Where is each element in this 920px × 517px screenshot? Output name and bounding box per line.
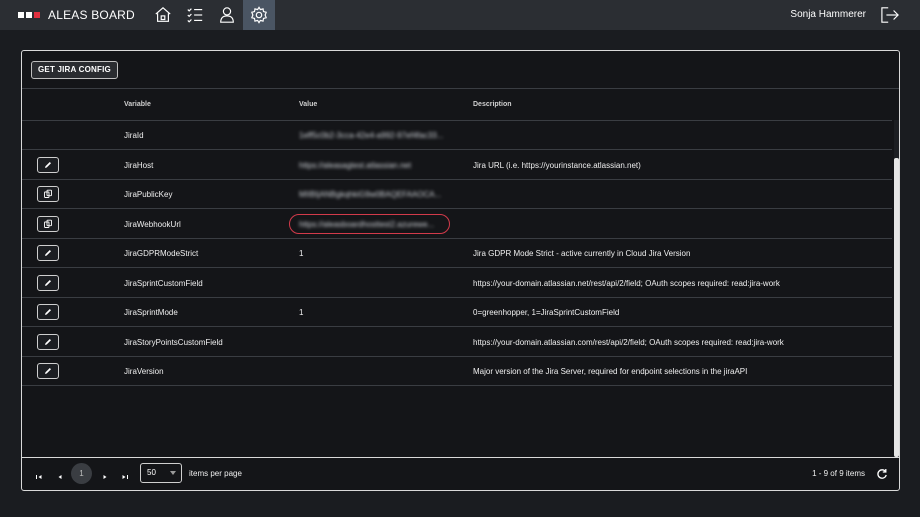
edit-icon <box>45 161 51 168</box>
pagination-bar: 1 50 items per page 1 - 9 of 9 items <box>22 458 899 490</box>
page-size-select[interactable]: 50 <box>140 463 182 483</box>
table-row: JiraGDPRModeStrict 1 Jira GDPR Mode Strict… <box>22 239 892 268</box>
scrollbar-thumb[interactable] <box>894 158 899 457</box>
table-header: Variable Value Description <box>22 90 892 121</box>
edit-icon <box>45 368 51 374</box>
settings-icon <box>250 6 267 24</box>
nav-home-button[interactable] <box>147 0 179 30</box>
edit-icon <box>45 309 51 315</box>
last-page-icon[interactable] <box>120 469 130 479</box>
value-cell: 1 <box>299 308 304 317</box>
copy-button[interactable] <box>37 215 59 232</box>
edit-button[interactable] <box>37 156 59 173</box>
value-cell: MIIBIjANBgkqhkiG9w0BAQEFAAOCA... <box>299 190 442 199</box>
chevron-down-icon <box>170 471 176 475</box>
logo-square <box>26 12 32 18</box>
items-per-page-label: items per page <box>189 469 242 478</box>
logo-square <box>34 12 40 18</box>
variable-cell: JiraGDPRModeStrict <box>124 249 199 258</box>
column-header-variable[interactable]: Variable <box>124 101 151 108</box>
app-brand-name: ALEAS BOARD <box>48 8 135 22</box>
first-page-icon[interactable] <box>34 469 44 479</box>
table-row: JiraSprintCustomField https://your-domain… <box>22 269 892 298</box>
copy-icon <box>44 219 52 228</box>
edit-button[interactable] <box>37 363 59 379</box>
table-row: JiraStoryPointsCustomField https://your-d… <box>22 328 892 357</box>
edit-button[interactable] <box>37 333 59 350</box>
description-cell: https://your-domain.atlassian.com/rest/a… <box>473 337 784 347</box>
edit-icon <box>45 279 51 286</box>
edit-button[interactable] <box>37 245 59 261</box>
page-size-value: 50 <box>147 468 156 477</box>
variable-cell: JiraHost <box>124 160 154 170</box>
variable-cell: JiraWebhookUrl <box>124 219 181 229</box>
table-row: JiraSprintMode 1 0=greenhopper, 1=JiraSpri… <box>22 298 892 327</box>
table-row: JiraVersion Major version of the Jira Ser… <box>22 357 892 386</box>
nav-tasks-button[interactable] <box>179 0 211 30</box>
table-row: JiraHost https://aleasagtest.atlassian.ne… <box>22 151 892 180</box>
panel-toolbar: GET JIRA CONFIG <box>22 51 899 89</box>
top-navigation-bar: ALEAS BOARD Sonja Hammerer <box>0 0 920 30</box>
variable-cell: JiraSprintMode <box>124 308 178 317</box>
table-scrollbar[interactable] <box>894 120 899 457</box>
value-cell: 1eff5c0b2-3cca-42e4-a992-97ef4fac33... <box>299 131 444 140</box>
variable-cell: JiraVersion <box>124 367 164 376</box>
variable-cell: JiraStoryPointsCustomField <box>124 337 223 347</box>
table-row: JiraPublicKey MIIBIjANBgkqhkiG9w0BAQEFAAO… <box>22 180 892 209</box>
table-row: JiraWebhookUrl https://aleasboardhosttest… <box>22 210 892 239</box>
user-name[interactable]: Sonja Hammerer <box>790 9 866 20</box>
config-table: Variable Value Description JiraId 1eff5c0… <box>22 90 899 458</box>
variable-cell: JiraId <box>124 131 144 140</box>
refresh-icon[interactable] <box>876 468 888 480</box>
current-page-button[interactable]: 1 <box>71 463 92 484</box>
edit-icon <box>45 250 51 256</box>
description-cell: https://your-domain.atlassian.net/rest/a… <box>473 278 780 288</box>
description-cell: 0=greenhopper, 1=JiraSprintCustomField <box>473 308 620 317</box>
get-jira-config-button[interactable]: GET JIRA CONFIG <box>31 61 118 79</box>
copy-icon <box>44 189 52 198</box>
value-cell: https://aleasagtest.atlassian.net <box>299 160 412 170</box>
item-range-label: 1 - 9 of 9 items <box>812 469 865 478</box>
edit-button[interactable] <box>37 304 59 320</box>
app-logo[interactable] <box>18 12 40 18</box>
logout-icon[interactable] <box>880 6 900 24</box>
table-row: JiraId 1eff5c0b2-3cca-42e4-a992-97ef4fac3… <box>22 121 892 150</box>
jira-config-panel: GET JIRA CONFIG Variable Value Descripti… <box>21 50 900 491</box>
copy-button[interactable] <box>37 186 59 202</box>
value-cell: 1 <box>299 249 304 258</box>
main-nav <box>147 0 275 30</box>
variable-cell: JiraSprintCustomField <box>124 278 203 288</box>
previous-page-icon[interactable] <box>55 469 65 479</box>
description-cell: Jira GDPR Mode Strict - active currently… <box>473 249 691 258</box>
column-header-value[interactable]: Value <box>299 101 317 108</box>
value-highlight-outline <box>289 213 450 234</box>
logo-square <box>18 12 24 18</box>
edit-button[interactable] <box>37 274 59 291</box>
nav-profile-button[interactable] <box>211 0 243 30</box>
description-cell: Jira URL (i.e. https://yourinstance.atla… <box>473 160 641 170</box>
column-header-description[interactable]: Description <box>473 101 512 108</box>
home-icon <box>155 7 171 22</box>
user-icon <box>220 7 234 23</box>
description-cell: Major version of the Jira Server, requir… <box>473 367 748 376</box>
edit-icon <box>45 338 51 345</box>
nav-settings-button[interactable] <box>242 0 275 30</box>
variable-cell: JiraPublicKey <box>124 190 173 199</box>
next-page-icon[interactable] <box>100 469 110 479</box>
checklist-icon <box>187 8 203 23</box>
